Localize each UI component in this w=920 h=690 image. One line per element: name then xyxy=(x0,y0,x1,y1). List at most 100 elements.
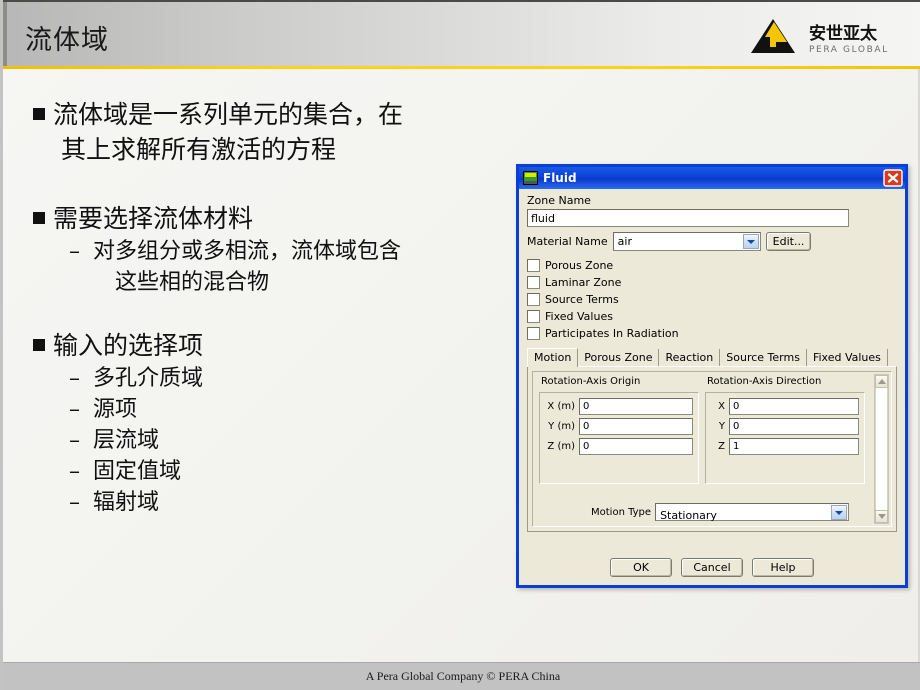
origin-z-input[interactable]: 0 xyxy=(579,438,693,455)
checkbox-icon[interactable] xyxy=(527,259,540,272)
scroll-down-icon[interactable] xyxy=(875,510,888,523)
origin-x-input[interactable]: 0 xyxy=(579,398,693,415)
slide-content: 流体域是一系列单元的集合，在 其上求解所有激活的方程 需要选择流体材料 – 对多… xyxy=(31,98,511,519)
bullet-text: 流体域是一系列单元的集合，在 xyxy=(53,100,404,129)
close-icon[interactable] xyxy=(883,169,903,187)
origin-y-input[interactable]: 0 xyxy=(579,418,693,435)
dialog-button-row: OK Cancel Help xyxy=(519,558,905,577)
cancel-button[interactable]: Cancel xyxy=(681,558,743,577)
scrollbar-track[interactable] xyxy=(875,388,888,510)
tab-motion[interactable]: Motion xyxy=(527,348,579,367)
motion-type-row: Motion Type Stationary xyxy=(539,503,849,522)
direction-x-row: X 0 xyxy=(711,398,859,415)
slide-footer: A Pera Global Company © PERA China xyxy=(3,662,920,690)
zone-name-input[interactable]: fluid xyxy=(527,209,849,227)
motion-type-label: Motion Type xyxy=(591,506,652,518)
footer-text: A Pera Global Company © PERA China xyxy=(365,669,561,683)
sub-bullet-text: 多孔介质域 xyxy=(93,366,204,391)
header-left-edge xyxy=(3,2,7,68)
origin-z-label: Z (m) xyxy=(547,441,575,452)
dialog-tabstrip: Motion Porous Zone Reaction Source Terms… xyxy=(527,348,897,367)
sub-bullet-item: – 层流域 xyxy=(31,426,511,456)
sub-bullet-item-cont: 这些相的混合物 xyxy=(31,268,511,298)
checkbox-source-terms[interactable]: Source Terms xyxy=(527,291,897,308)
ok-button[interactable]: OK xyxy=(610,558,672,577)
bullet-square-icon xyxy=(33,339,45,351)
bullet-item: 需要选择流体材料 xyxy=(31,202,511,235)
pera-global-logo: 安世亚太 PERA GLOBAL xyxy=(743,15,903,59)
edit-material-button[interactable]: Edit... xyxy=(765,232,812,251)
fluid-zone-icon xyxy=(523,171,538,185)
checkbox-participates-in-radiation[interactable]: Participates In Radiation xyxy=(527,325,897,342)
sub-bullet-item: – 对多组分或多相流，流体域包含 xyxy=(31,237,511,267)
bullet-dash-icon: – xyxy=(69,428,80,453)
tab-porous-zone[interactable]: Porous Zone xyxy=(578,349,660,366)
fluid-dialog: Fluid Zone Name fluid Material Name air … xyxy=(516,164,908,588)
bullet-text: 其上求解所有激活的方程 xyxy=(61,135,337,164)
tab-source-terms[interactable]: Source Terms xyxy=(720,349,807,366)
origin-y-row: Y (m) 0 xyxy=(545,418,693,435)
tab-reaction[interactable]: Reaction xyxy=(659,349,721,366)
origin-x-row: X (m) 0 xyxy=(545,398,693,415)
chevron-down-icon[interactable] xyxy=(831,505,847,520)
bullet-dash-icon: – xyxy=(69,490,80,515)
page-title: 流体域 xyxy=(25,25,109,56)
sub-bullet-text: 源项 xyxy=(93,397,138,422)
direction-z-label: Z xyxy=(718,441,725,452)
checkbox-label: Source Terms xyxy=(545,293,619,306)
logo-svg: 安世亚太 PERA GLOBAL xyxy=(751,19,889,55)
material-name-row: Material Name air Edit... xyxy=(527,232,897,251)
dialog-title: Fluid xyxy=(543,171,577,185)
motion-inner-panel: Rotation-Axis Origin X (m) 0 Y (m) 0 Z (… xyxy=(532,371,892,527)
direction-x-input[interactable]: 0 xyxy=(729,398,859,415)
checkbox-label: Laminar Zone xyxy=(545,276,622,289)
scroll-up-icon[interactable] xyxy=(875,375,888,388)
help-button[interactable]: Help xyxy=(752,558,814,577)
motion-tab-panel: Rotation-Axis Origin X (m) 0 Y (m) 0 Z (… xyxy=(527,366,897,532)
bullet-item: 输入的选择项 xyxy=(31,329,511,362)
slide-header: 流体域 安世亚太 PERA GLOBAL xyxy=(3,0,920,68)
origin-y-label: Y (m) xyxy=(548,421,575,432)
checkbox-icon[interactable] xyxy=(527,293,540,306)
material-name-dropdown[interactable]: air xyxy=(612,232,761,251)
header-accent-line xyxy=(3,66,920,69)
checkbox-fixed-values[interactable]: Fixed Values xyxy=(527,308,897,325)
direction-x-label: X xyxy=(718,401,725,412)
checkbox-icon[interactable] xyxy=(527,310,540,323)
material-name-value: air xyxy=(617,235,632,248)
bullet-item-cont: 其上求解所有激活的方程 xyxy=(31,133,511,166)
checkbox-icon[interactable] xyxy=(527,327,540,340)
checkbox-label: Porous Zone xyxy=(545,259,614,272)
dialog-titlebar[interactable]: Fluid xyxy=(519,167,905,189)
sub-bullet-text: 固定值域 xyxy=(93,459,182,484)
checkbox-porous-zone[interactable]: Porous Zone xyxy=(527,257,897,274)
vertical-scrollbar[interactable] xyxy=(874,374,889,524)
bullet-text: 输入的选择项 xyxy=(53,331,204,360)
direction-y-input[interactable]: 0 xyxy=(729,418,859,435)
direction-y-label: Y xyxy=(718,421,725,432)
direction-z-input[interactable]: 1 xyxy=(729,438,859,455)
dialog-body: Zone Name fluid Material Name air Edit..… xyxy=(519,189,905,585)
sub-bullet-item: – 辐射域 xyxy=(31,488,511,518)
direction-z-row: Z 1 xyxy=(711,438,859,455)
logo-cn-text: 安世亚太 xyxy=(809,23,878,44)
tab-fixed-values[interactable]: Fixed Values xyxy=(807,349,888,366)
bullet-dash-icon: – xyxy=(69,459,80,484)
bullet-dash-icon: – xyxy=(69,239,80,264)
bullet-text: 需要选择流体材料 xyxy=(53,204,254,233)
sub-bullet-text: 这些相的混合物 xyxy=(115,270,270,295)
bullet-square-icon xyxy=(33,108,45,120)
origin-z-row: Z (m) 0 xyxy=(545,438,693,455)
rotation-axis-origin-group: X (m) 0 Y (m) 0 Z (m) 0 xyxy=(539,392,699,484)
motion-type-dropdown[interactable]: Stationary xyxy=(655,503,849,522)
sub-bullet-text: 对多组分或多相流，流体域包含 xyxy=(93,239,402,264)
logo-en-text: PERA GLOBAL xyxy=(809,45,889,55)
checkbox-icon[interactable] xyxy=(527,276,540,289)
checkbox-label: Participates In Radiation xyxy=(545,327,679,340)
zone-name-label: Zone Name xyxy=(527,194,591,207)
chevron-down-icon[interactable] xyxy=(742,234,759,249)
sub-bullet-item: – 固定值域 xyxy=(31,457,511,487)
checkbox-laminar-zone[interactable]: Laminar Zone xyxy=(527,274,897,291)
